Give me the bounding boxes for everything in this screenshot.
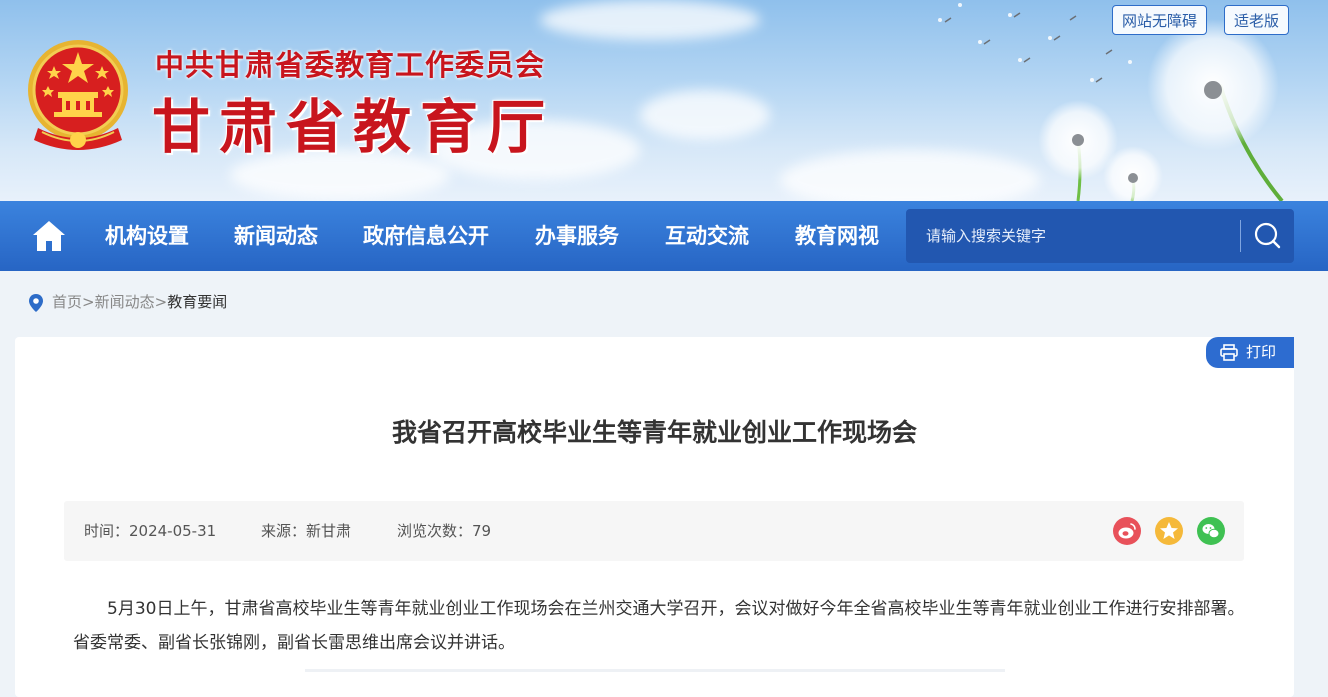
site-header: 中共甘肃省委教育工作委员会 甘肃省教育厅 网站无障碍 适老版 <box>0 0 1328 201</box>
nav-item-organization[interactable]: 机构设置 <box>105 201 189 271</box>
weibo-icon[interactable] <box>1113 517 1141 545</box>
favorite-star-icon[interactable] <box>1155 517 1183 545</box>
breadcrumb-news-link[interactable]: 新闻动态 <box>95 293 155 311</box>
breadcrumb-separator: > <box>82 293 95 311</box>
search-box <box>906 209 1294 263</box>
breadcrumb-current: 教育要闻 <box>167 293 228 311</box>
org-name: 中共甘肃省委教育工作委员会 <box>155 48 546 82</box>
breadcrumb-home-link[interactable]: 首页 <box>52 293 82 311</box>
search-divider <box>1240 220 1241 252</box>
nav-item-services[interactable]: 办事服务 <box>535 201 619 271</box>
print-label: 打印 <box>1246 343 1277 361</box>
nav-item-gov-info[interactable]: 政府信息公开 <box>363 201 489 271</box>
cloud-decoration <box>540 0 760 40</box>
nav-item-news[interactable]: 新闻动态 <box>234 201 318 271</box>
home-icon[interactable] <box>30 218 68 254</box>
nav-item-interaction[interactable]: 互动交流 <box>665 201 749 271</box>
breadcrumb-separator: > <box>154 293 168 311</box>
article-source: 来源：新甘肃 <box>261 522 352 540</box>
print-button[interactable]: 打印 <box>1206 337 1294 368</box>
printer-icon <box>1220 344 1238 361</box>
article-image-placeholder <box>305 669 1005 672</box>
accessibility-button[interactable]: 网站无障碍 <box>1112 5 1208 35</box>
site-title: 甘肃省教育厅 <box>152 93 555 161</box>
location-pin-icon <box>29 293 43 312</box>
article-body: 5月30日上午，甘肃省高校毕业生等青年就业创业工作现场会在兰州交通大学召开，会议… <box>73 599 1245 653</box>
publish-time: 时间：2024-05-31 <box>84 522 217 540</box>
wechat-icon[interactable] <box>1197 517 1225 545</box>
breadcrumb: 首页>新闻动态>教育要闻 <box>28 290 227 314</box>
search-input[interactable] <box>906 209 1236 263</box>
national-emblem-icon <box>28 40 128 150</box>
cloud-decoration <box>640 90 770 140</box>
article-card: 打印 我省召开高校毕业生等青年就业创业工作现场会 时间：2024-05-31 来… <box>15 337 1294 697</box>
article-meta-bar: 时间：2024-05-31 来源：新甘肃 浏览次数：79 <box>64 501 1244 561</box>
elderly-mode-button[interactable]: 适老版 <box>1224 5 1290 35</box>
main-nav: 机构设置 新闻动态 政府信息公开 办事服务 互动交流 教育网视 <box>0 201 1328 271</box>
nav-item-edu-video[interactable]: 教育网视 <box>795 201 879 271</box>
view-count: 浏览次数：79 <box>397 522 492 540</box>
search-icon[interactable] <box>1250 220 1284 252</box>
article-title: 我省召开高校毕业生等青年就业创业工作现场会 <box>391 418 917 447</box>
